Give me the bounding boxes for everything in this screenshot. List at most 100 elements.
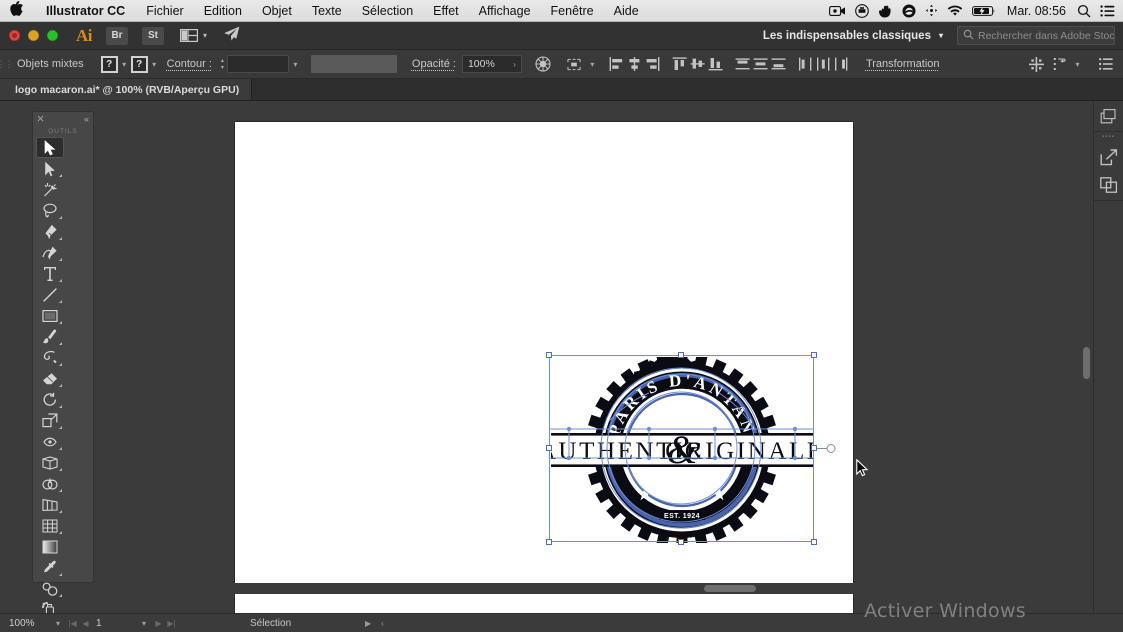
artboard[interactable]: PARIS D'ANTAN EST. 1924 AUTHENTIC & ORIG…	[234, 121, 854, 613]
type-tool[interactable]	[36, 263, 64, 284]
opacity-label[interactable]: Opacité :	[406, 58, 462, 70]
pen-tool[interactable]	[36, 221, 64, 242]
bounding-box-handle[interactable]	[678, 352, 684, 358]
canvas-area[interactable]: PARIS D'ANTAN EST. 1924 AUTHENTIC & ORIG…	[99, 101, 1075, 613]
menu-fenetre[interactable]: Fenêtre	[541, 4, 604, 18]
creative-cloud-icon[interactable]	[902, 0, 916, 22]
width-tool[interactable]	[36, 431, 64, 452]
select-similar-icon[interactable]	[564, 54, 586, 74]
distribute-top-icon[interactable]	[734, 54, 752, 74]
bounding-box-handle[interactable]	[546, 539, 552, 545]
wifi-icon[interactable]	[947, 0, 963, 22]
previous-artboard-icon[interactable]: ◀	[79, 619, 92, 628]
control-bar-grip[interactable]: ⋮⋮	[0, 50, 9, 79]
bounding-box-handle[interactable]	[811, 539, 817, 545]
stroke-color-caret-icon[interactable]: ▾	[148, 60, 161, 69]
workspace-switcher[interactable]: Les indispensables classiques ▾	[763, 30, 943, 42]
shape-builder-tool[interactable]	[36, 473, 64, 494]
menu-objet[interactable]: Objet	[252, 4, 302, 18]
fill-color-swatch[interactable]: ?	[101, 56, 118, 73]
mesh-tool[interactable]	[36, 515, 64, 536]
align-bottom-icon[interactable]	[707, 54, 725, 74]
next-artboard-icon[interactable]: ▶	[152, 619, 165, 628]
opacity-caret-icon[interactable]: ›	[513, 60, 516, 69]
select-similar-caret-icon[interactable]: ▾	[586, 60, 599, 69]
move-arrows-icon[interactable]	[925, 0, 938, 22]
align-center-h-icon[interactable]	[626, 54, 644, 74]
screen-record-icon[interactable]	[829, 0, 846, 22]
distribute-left-icon[interactable]	[797, 54, 815, 74]
graphic-style-icon[interactable]	[531, 54, 555, 74]
menu-texte[interactable]: Texte	[302, 4, 352, 18]
canvas-vertical-scrollbar[interactable]	[1081, 202, 1092, 632]
stroke-weight-caret-icon[interactable]: ▾	[289, 60, 302, 69]
stroke-weight-input[interactable]	[227, 55, 289, 73]
selection-tool[interactable]	[36, 137, 64, 158]
opacity-input[interactable]: 100% ›	[462, 55, 522, 73]
shaper-tool[interactable]	[36, 347, 64, 368]
maximize-window-button[interactable]	[47, 30, 58, 41]
lasso-tool[interactable]	[36, 200, 64, 221]
bounding-box-handle[interactable]	[678, 539, 684, 545]
distribute-right-icon[interactable]	[833, 54, 851, 74]
eraser-tool[interactable]	[36, 368, 64, 389]
control-center-icon[interactable]	[1100, 0, 1115, 22]
stroke-weight-stepper[interactable]: ▴ ▾	[221, 58, 224, 71]
line-segment-tool[interactable]	[36, 284, 64, 305]
document-tab[interactable]: close-icon logo macaron.ai* @ 100% (RVB/…	[0, 79, 252, 100]
stroke-color-swatch[interactable]: ?	[131, 56, 148, 73]
distribute-center-h-icon[interactable]	[815, 54, 833, 74]
close-icon[interactable]	[37, 115, 44, 124]
rectangle-tool[interactable]	[36, 305, 64, 326]
macos-clock[interactable]: Mar. 08:56	[1005, 4, 1068, 18]
menu-effet[interactable]: Effet	[423, 4, 468, 18]
snap-to-point-icon[interactable]	[1023, 54, 1049, 74]
bounding-box-handle[interactable]	[546, 445, 552, 451]
align-left-icon[interactable]	[608, 54, 626, 74]
hand-fist-icon[interactable]	[878, 0, 893, 22]
paintbrush-tool[interactable]	[36, 326, 64, 347]
last-artboard-icon[interactable]: ▶|	[165, 619, 178, 628]
eyedropper-tool[interactable]	[36, 557, 64, 578]
align-middle-v-icon[interactable]	[689, 54, 707, 74]
apple-logo-icon[interactable]	[0, 1, 35, 18]
bounding-box-handle[interactable]	[811, 352, 817, 358]
direct-selection-tool[interactable]	[36, 158, 64, 179]
scale-tool[interactable]	[36, 410, 64, 431]
artboard-caret-icon[interactable]: ▾	[136, 619, 152, 628]
menu-aide[interactable]: Aide	[604, 4, 649, 18]
menu-affichage[interactable]: Affichage	[469, 4, 541, 18]
menu-app-name[interactable]: Illustrator CC	[35, 4, 136, 18]
stock-button[interactable]: St	[142, 27, 164, 45]
minimize-window-button[interactable]	[28, 30, 39, 41]
artboard-number-input[interactable]: 1	[92, 616, 136, 630]
status-menu-icon[interactable]: ▶	[365, 619, 371, 628]
vertical-scroll-thumb[interactable]	[1083, 347, 1090, 379]
bounding-box-handle[interactable]	[811, 445, 817, 451]
menu-edition[interactable]: Edition	[194, 4, 252, 18]
collapse-panel-icon[interactable]: «	[84, 114, 89, 124]
zoom-level-caret-icon[interactable]: ▾	[50, 619, 66, 628]
bounding-box-handle[interactable]	[546, 352, 552, 358]
panel-grip[interactable]: ▪▪▪▪	[1094, 132, 1123, 142]
menu-fichier[interactable]: Fichier	[136, 4, 194, 18]
rotate-tool[interactable]	[36, 389, 64, 410]
zoom-level-input[interactable]: 100%	[6, 616, 50, 630]
battery-icon[interactable]	[972, 0, 996, 22]
arrange-documents-button[interactable]: ▾	[180, 29, 207, 42]
distribute-bottom-icon[interactable]	[770, 54, 788, 74]
canvas-horizontal-scrollbar[interactable]	[99, 583, 1075, 594]
gradient-tool[interactable]	[36, 536, 64, 557]
stroke-profile-dropdown[interactable]	[311, 55, 397, 73]
free-transform-tool[interactable]	[36, 452, 64, 473]
properties-panel-icon[interactable]	[1098, 106, 1120, 126]
display-circle-icon[interactable]	[855, 0, 869, 22]
status-collapse-icon[interactable]: ‹	[381, 619, 384, 628]
magic-wand-tool[interactable]	[36, 179, 64, 200]
stroke-weight-label[interactable]: Contour :	[161, 58, 218, 70]
align-right-icon[interactable]	[644, 54, 662, 74]
panel-menu-icon[interactable]	[1093, 54, 1119, 74]
search-icon[interactable]	[1077, 0, 1091, 22]
menu-selection[interactable]: Sélection	[352, 4, 423, 18]
fill-color-caret-icon[interactable]: ▾	[118, 60, 131, 69]
